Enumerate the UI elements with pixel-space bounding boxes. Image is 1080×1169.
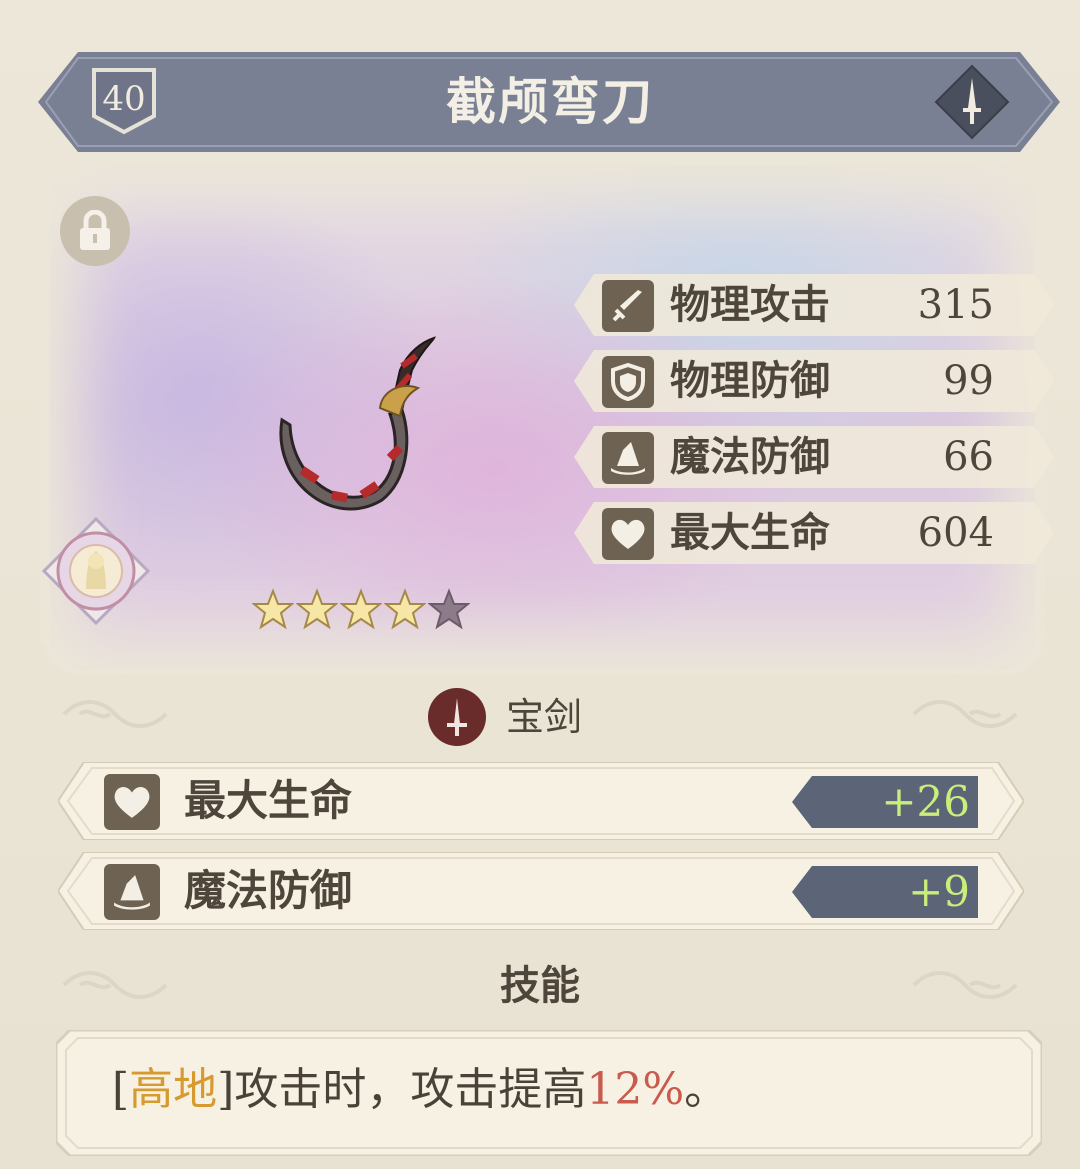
bonus-value: +26 (881, 777, 970, 826)
stat-row-physical-defense: 物理防御 99 (574, 350, 1054, 412)
stat-value: 604 (917, 510, 994, 556)
curved-blade-image (279, 336, 436, 511)
stat-label: 物理攻击 (670, 282, 830, 328)
item-name: 截颅弯刀 (446, 73, 654, 131)
skill-bracket-open: [ (112, 1064, 130, 1115)
bonus-label: 最大生命 (184, 776, 353, 825)
star-filled-icon (384, 588, 426, 630)
stat-label: 魔法防御 (670, 434, 830, 480)
stat-row-max-hp: 最大生命 604 (574, 502, 1054, 564)
skill-keyword[interactable]: 高地 (129, 1064, 217, 1115)
wizard-hat-icon (602, 432, 654, 484)
wizard-hat-icon (104, 864, 160, 920)
stat-row-magic-defense: 魔法防御 66 (574, 426, 1054, 488)
skill-text-end: 。 (684, 1064, 729, 1115)
skill-description: [高地]攻击时，攻击提高12%。 (112, 1030, 728, 1156)
stat-row-physical-attack: 物理攻击 315 (574, 274, 1054, 336)
bonus-label: 魔法防御 (184, 866, 353, 915)
heart-icon (104, 774, 160, 830)
bonus-value: +9 (908, 867, 970, 916)
skill-text: ]攻击时，攻击提高 (217, 1064, 587, 1115)
star-filled-icon (340, 588, 382, 630)
ornament-decoration (62, 700, 168, 728)
sword-icon (602, 280, 654, 332)
lock-icon (80, 210, 110, 250)
stat-label: 最大生命 (670, 510, 830, 556)
lock-button[interactable] (60, 196, 130, 266)
star-empty-icon (428, 588, 470, 630)
emblem-badge-icon (41, 516, 151, 626)
stat-value: 66 (943, 434, 994, 480)
skill-percent: 12% (586, 1064, 685, 1115)
stat-value: 315 (917, 282, 994, 328)
item-level: 40 (102, 79, 146, 119)
skills-section-title: 技能 (500, 963, 580, 1009)
stat-value: 99 (943, 358, 994, 404)
category-label: 宝剑 (506, 695, 583, 739)
bonus-row-magic-defense: 魔法防御 +9 (58, 852, 1024, 930)
bonus-row-max-hp: 最大生命 +26 (58, 762, 1024, 840)
ornament-decoration (912, 700, 1018, 728)
star-filled-icon (252, 588, 294, 630)
heart-icon (602, 508, 654, 560)
star-filled-icon (296, 588, 338, 630)
stat-label: 物理防御 (670, 358, 830, 404)
sword-type-icon (934, 64, 1010, 140)
shield-icon (602, 356, 654, 408)
category-sword-icon (428, 688, 486, 746)
rarity-stars (252, 588, 472, 632)
